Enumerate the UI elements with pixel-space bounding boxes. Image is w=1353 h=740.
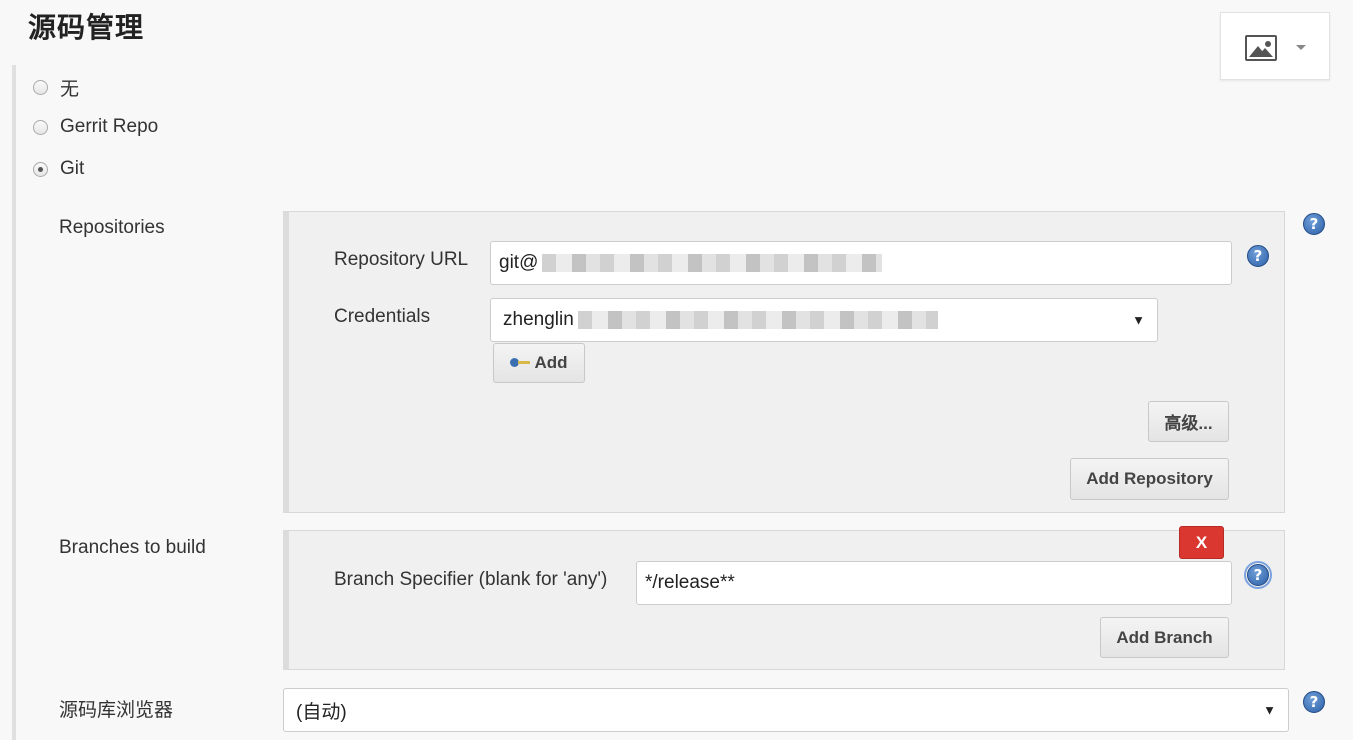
page-title: 源码管理	[28, 11, 145, 44]
add-branch-button[interactable]: Add Branch	[1100, 617, 1229, 658]
repository-url-value: git@	[499, 252, 539, 273]
repository-browser-label: 源码库浏览器	[59, 700, 174, 721]
repositories-help-icon[interactable]: ?	[1303, 213, 1325, 235]
repository-browser-value: (自动)	[296, 701, 347, 723]
redacted-text	[577, 311, 938, 329]
credentials-select[interactable]: zhenglin ▼	[490, 298, 1158, 342]
branch-specifier-label: Branch Specifier (blank for 'any')	[334, 569, 608, 590]
delete-branch-button[interactable]: X	[1179, 526, 1224, 559]
repositories-label: Repositories	[59, 217, 165, 238]
repository-url-help-icon[interactable]: ?	[1247, 245, 1269, 267]
branch-specifier-help-icon[interactable]: ?	[1244, 561, 1272, 589]
image-icon	[1245, 35, 1277, 61]
repository-browser-help-icon[interactable]: ?	[1303, 691, 1325, 713]
radio-gerrit[interactable]	[33, 119, 48, 135]
branch-specifier-input[interactable]: */release**	[636, 561, 1232, 605]
credentials-value: zhenglin	[503, 309, 574, 330]
scm-option-git[interactable]: Git	[33, 158, 84, 180]
advanced-button[interactable]: 高级...	[1148, 401, 1229, 442]
repository-url-input[interactable]: git@	[490, 241, 1232, 285]
branch-specifier-value: */release**	[645, 572, 735, 593]
scm-option-label: Gerrit Repo	[60, 116, 159, 137]
add-repository-button[interactable]: Add Repository	[1070, 458, 1229, 500]
repository-url-label: Repository URL	[334, 249, 469, 270]
redacted-text	[542, 254, 883, 272]
scm-option-none[interactable]: 无	[33, 74, 79, 101]
add-credentials-button[interactable]: Add	[493, 343, 585, 383]
radio-git[interactable]	[33, 161, 48, 177]
image-menu-button[interactable]	[1220, 12, 1330, 80]
repository-browser-select[interactable]: (自动) ▼	[283, 688, 1289, 732]
chevron-down-icon	[1296, 45, 1306, 50]
radio-none[interactable]	[33, 80, 48, 95]
scm-option-label: 无	[60, 79, 80, 100]
add-credentials-label: Add	[534, 353, 568, 372]
branches-label: Branches to build	[59, 537, 206, 558]
dropdown-arrow-icon: ▼	[1132, 312, 1145, 328]
credentials-label: Credentials	[334, 306, 431, 327]
scm-option-gerrit[interactable]: Gerrit Repo	[33, 116, 158, 138]
scm-option-label: Git	[60, 158, 85, 179]
key-icon	[510, 358, 531, 368]
dropdown-arrow-icon: ▼	[1263, 702, 1276, 718]
